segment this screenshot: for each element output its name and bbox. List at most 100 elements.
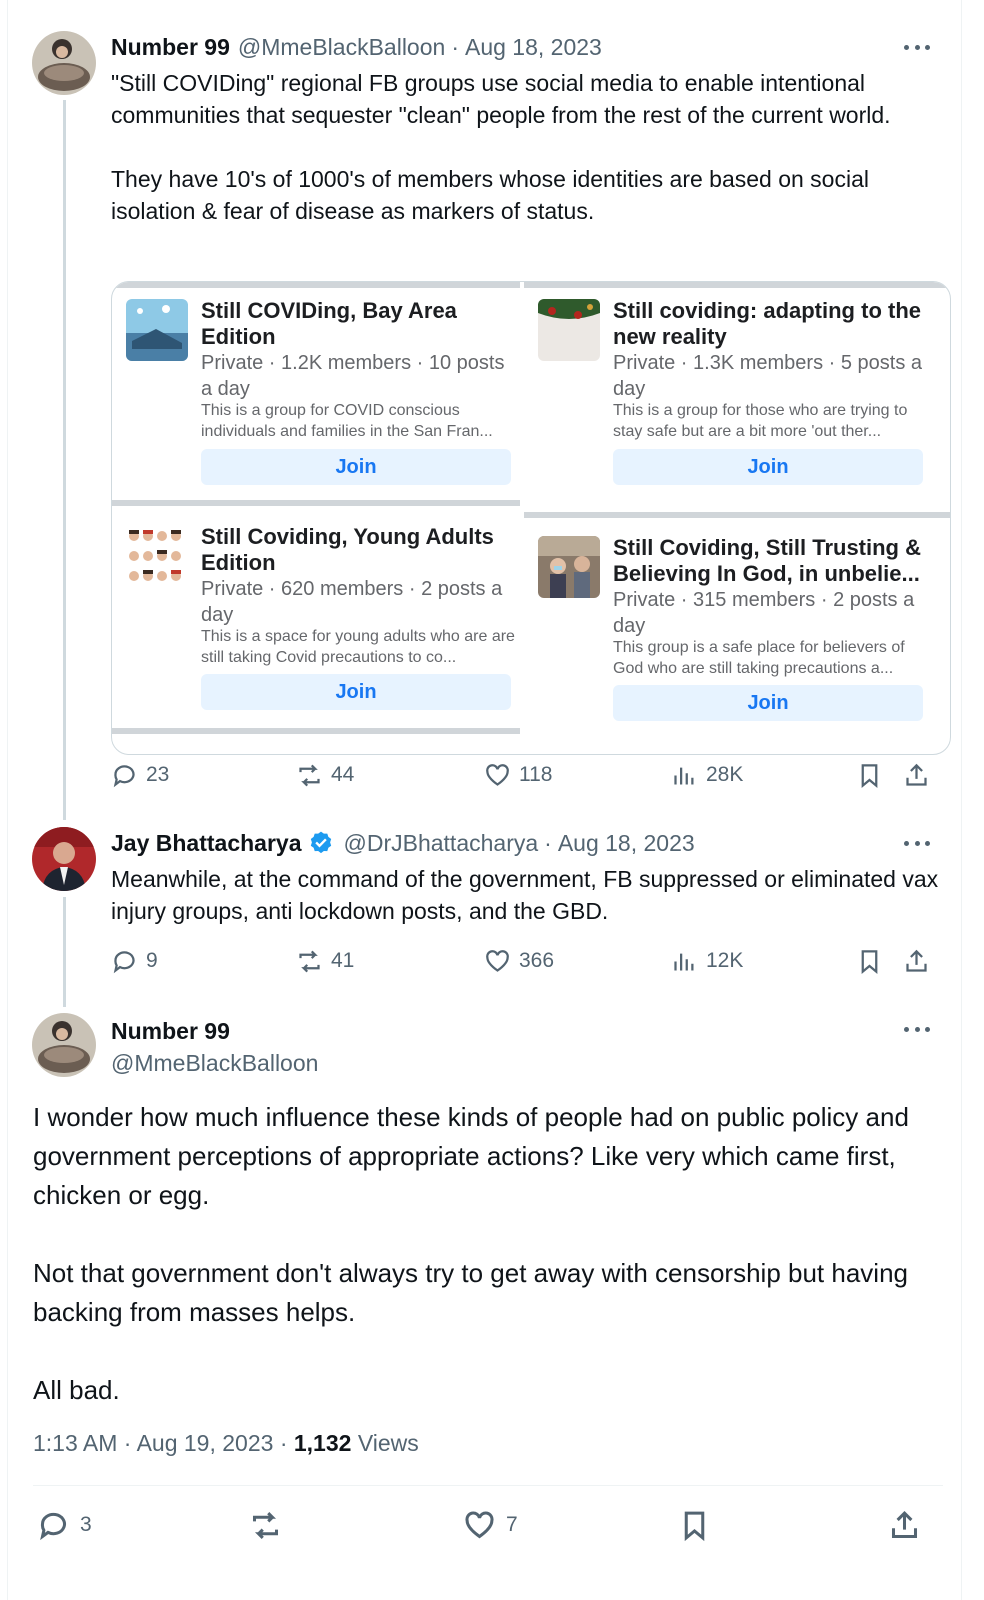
repost-icon [299,950,320,972]
avatar[interactable] [32,1013,96,1077]
like-button[interactable]: 366 [484,944,554,978]
like-button[interactable]: 7 [463,1505,518,1545]
thread-line [63,100,66,820]
reply-count: 9 [146,949,158,972]
views-icon [674,953,694,970]
cell-divider [524,282,950,288]
verified-badge-icon [310,831,331,854]
share-icon [906,763,927,786]
avatar-image [32,1013,96,1077]
join-button[interactable]: Join [613,685,923,721]
views-label: Views [357,1430,419,1456]
tweet-date[interactable]: Aug 18, 2023 [558,829,695,857]
like-count: 366 [519,949,555,972]
like-icon [486,949,509,972]
group-description: This is a group for COVID conscious indi… [201,402,493,440]
views-button[interactable]: 12K [671,944,743,978]
group-title[interactable]: Still coviding: adapting to the new real… [613,298,943,350]
join-button[interactable]: Join [613,449,923,485]
more-icon[interactable] [900,37,934,57]
share-button[interactable] [888,1505,921,1545]
more-icon[interactable] [900,833,934,853]
author-name[interactable]: Jay Bhattacharya [111,829,302,857]
bookmark-button[interactable] [678,1505,711,1545]
share-icon [891,1510,918,1538]
tweet-actions: 3 7 [33,1505,933,1545]
reply-button[interactable]: 9 [111,944,158,978]
view-count: 12K [706,949,744,972]
avatar[interactable] [32,31,96,95]
group-thumbnail[interactable] [126,299,188,361]
share-button[interactable] [903,944,930,978]
tweet-header: Number 99 @MmeBlackBalloon · Aug 18, 202… [111,33,602,61]
bookmark-icon [861,949,878,974]
group-meta: Private · 315 members · 2 posts a day [613,589,915,637]
avatar-image [32,827,96,891]
bookmark-button[interactable] [856,758,883,792]
view-count: 28K [706,763,744,786]
group-description: This group is a safe place for believers… [613,639,905,677]
reply-button[interactable]: 3 [37,1505,92,1545]
separator: · [451,34,459,60]
reply-button[interactable]: 23 [111,758,169,792]
repost-icon [252,1511,279,1539]
author-handle[interactable]: @DrJBhattacharya [344,829,539,857]
tweet-text: "Still COVIDing" regional FB groups use … [111,70,891,224]
more-icon[interactable] [900,1019,934,1039]
author-handle[interactable]: @MmeBlackBalloon [111,1047,318,1079]
like-count: 7 [506,1513,518,1536]
author-name[interactable]: Number 99 [111,1015,230,1047]
tweet-date[interactable]: Aug 18, 2023 [465,33,602,61]
reply-count: 3 [80,1513,92,1536]
group-title[interactable]: Still Coviding, Still Trusting & Believi… [613,535,943,587]
tweet-date[interactable]: Aug 19, 2023 [137,1430,274,1456]
join-button[interactable]: Join [201,674,511,710]
avatar-image [32,31,96,95]
tweet-actions: 9 41 366 12K [111,944,951,978]
thread-line [63,897,66,1007]
tweet-header: Number 99 @MmeBlackBalloon [111,1015,318,1079]
repost-count: 41 [331,949,355,972]
cell-divider [112,282,520,288]
share-icon [906,949,927,972]
like-icon [486,763,509,786]
repost-button[interactable]: 44 [296,758,354,792]
reply-count: 23 [146,763,170,786]
separator: · [279,1430,288,1456]
group-meta: Private · 1.2K members · 10 posts a day [201,352,505,400]
group-thumbnail[interactable] [126,526,188,588]
bookmark-icon [684,1511,705,1541]
tweet-actions: 23 44 118 28K [111,758,951,792]
cell-divider [112,500,520,506]
reply-icon [40,1512,66,1540]
avatar[interactable] [32,827,96,891]
tweet-meta: 1:13 AM · Aug 19, 2023 · 1,132 Views [33,1430,419,1457]
reply-icon [113,764,135,787]
group-title[interactable]: Still Coviding, Young Adults Edition [201,524,531,576]
author-name[interactable]: Number 99 [111,33,230,61]
group-thumbnail[interactable] [538,536,600,598]
author-handle[interactable]: @MmeBlackBalloon [238,33,445,61]
views-button[interactable]: 28K [671,758,743,792]
like-count: 118 [519,763,553,786]
group-thumbnail[interactable] [538,299,600,361]
tweet-header: Jay Bhattacharya @DrJBhattacharya · Aug … [111,829,695,857]
share-button[interactable] [903,758,930,792]
join-button[interactable]: Join [201,449,511,485]
group-meta: Private · 1.3K members · 5 posts a day [613,352,923,400]
views-icon [674,767,694,784]
reply-icon [113,950,135,973]
group-meta: Private · 620 members · 2 posts a day [201,578,503,626]
frame-border-left [7,0,8,1600]
separator: · [544,830,552,856]
repost-count: 44 [331,763,355,786]
group-description: This is a space for young adults who are… [201,628,515,666]
separator: · [123,1430,132,1456]
like-button[interactable]: 118 [484,758,552,792]
repost-button[interactable] [249,1505,282,1545]
repost-button[interactable]: 41 [296,944,354,978]
group-title[interactable]: Still COVIDing, Bay Area Edition [201,298,531,350]
tweet-time[interactable]: 1:13 AM [33,1430,117,1456]
cell-divider [112,728,520,734]
bookmark-button[interactable] [856,944,883,978]
